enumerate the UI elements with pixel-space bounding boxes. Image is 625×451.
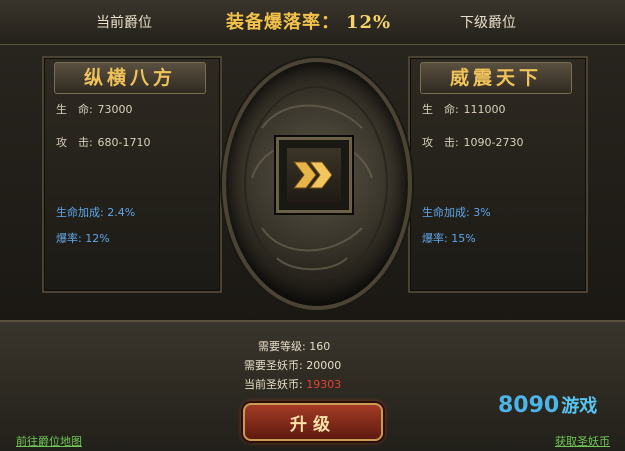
next-atk: 攻 击: 1090-2730	[422, 134, 523, 150]
go-rank-map-link[interactable]: 前往爵位地图	[16, 433, 82, 449]
arrow-frame	[287, 148, 341, 202]
hp-bonus-label: 生命加成:	[422, 206, 470, 219]
current-coin: 当前圣妖币: 19303	[244, 376, 341, 392]
upgrade-button[interactable]: 升级	[243, 403, 383, 441]
required-coin-label: 需要圣妖币:	[244, 359, 303, 372]
current-crit: 爆率: 12%	[56, 230, 110, 246]
current-atk: 攻 击: 680-1710	[56, 134, 150, 150]
atk-label: 攻 击:	[56, 136, 93, 149]
current-rank-label: 当前爵位	[96, 15, 152, 31]
current-hp: 生 命: 73000	[56, 101, 133, 117]
next-hp-bonus: 生命加成: 3%	[422, 204, 491, 220]
crit-value: 12%	[85, 232, 110, 245]
hp-label: 生 命:	[56, 103, 93, 116]
crit-label: 爆率:	[56, 232, 82, 245]
required-level: 需要等级: 160	[258, 338, 330, 354]
required-level-value: 160	[309, 340, 331, 353]
crit-label: 爆率:	[422, 232, 448, 245]
next-rank-panel: 威震天下 生 命: 111000 攻 击: 1090-2730 生命加成: 3%…	[408, 56, 588, 293]
hp-value: 73000	[97, 103, 133, 116]
required-coin: 需要圣妖币: 20000	[244, 357, 341, 373]
current-rank-title: 纵横八方	[54, 62, 206, 94]
crit-value: 15%	[451, 232, 476, 245]
chevron-right-icon	[292, 161, 333, 189]
brand-logo: 8090 游戏	[498, 392, 597, 418]
get-coin-link[interactable]: 获取圣妖币	[555, 433, 610, 449]
current-rank-panel: 纵横八方 生 命: 73000 攻 击: 680-1710 生命加成: 2.4%…	[42, 56, 222, 293]
upgrade-arrow-button[interactable]	[276, 137, 352, 213]
hp-bonus-value: 2.4%	[107, 206, 136, 219]
atk-label: 攻 击:	[422, 136, 459, 149]
next-rank-title: 威震天下	[420, 62, 572, 94]
atk-value: 680-1710	[97, 136, 151, 149]
brand-cn: 游戏	[561, 396, 598, 417]
atk-value: 1090-2730	[463, 136, 524, 149]
drop-rate-value: 12%	[346, 12, 392, 33]
current-coin-value: 19303	[306, 378, 342, 391]
required-coin-value: 20000	[306, 359, 342, 372]
next-hp: 生 命: 111000	[422, 101, 506, 117]
next-rank-label: 下级爵位	[460, 15, 516, 31]
current-coin-label: 当前圣妖币:	[244, 378, 303, 391]
hp-label: 生 命:	[422, 103, 459, 116]
required-level-label: 需要等级:	[258, 340, 306, 353]
header-bar: 当前爵位 装备爆落率： 12% 下级爵位	[0, 0, 625, 45]
current-hp-bonus: 生命加成: 2.4%	[56, 204, 135, 220]
drop-rate: 装备爆落率： 12%	[226, 8, 391, 34]
brand-digits: 8090	[498, 393, 560, 418]
drop-rate-label: 装备爆落率：	[226, 12, 340, 33]
hp-bonus-label: 生命加成:	[56, 206, 104, 219]
hp-value: 111000	[463, 103, 506, 116]
next-crit: 爆率: 15%	[422, 230, 476, 246]
hp-bonus-value: 3%	[473, 206, 491, 219]
